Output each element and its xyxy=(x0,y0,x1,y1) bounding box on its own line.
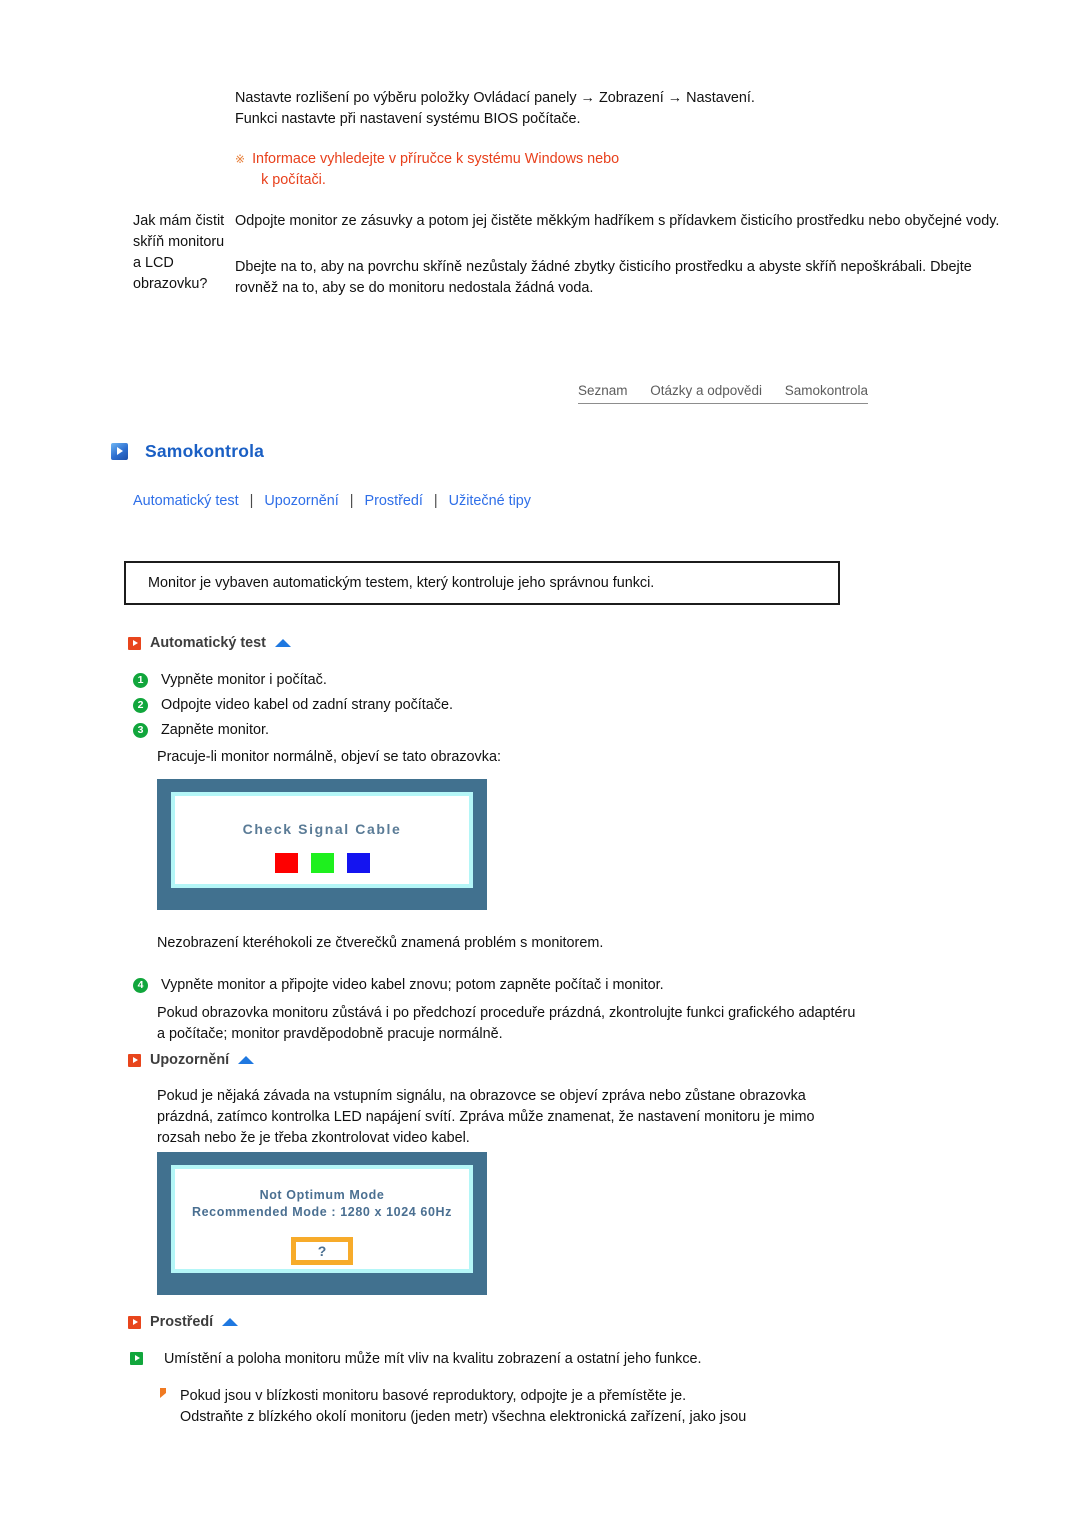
environment-subitem-text: Pokud jsou v blízkosti monitoru basové r… xyxy=(180,1386,746,1428)
faq-answer: Nastavte rozlišení po výběru položky Ovl… xyxy=(235,88,1080,191)
faq-answer-line: Dbejte na to, aby na povrchu skříně nezů… xyxy=(235,259,972,296)
self-test-after-steps-text: Pracuje-li monitor normálně, objeví se t… xyxy=(157,749,501,765)
osd-title: Check Signal Cable xyxy=(242,821,402,837)
faq-answer-line: Funkci nastavte při nastavení systému BI… xyxy=(235,111,581,127)
intro-box: Monitor je vybaven automatickým testem, … xyxy=(124,561,840,605)
faq-entry: Nastavte rozlišení po výběru položky Ovl… xyxy=(0,88,1080,191)
environment-subitem-line1: Pokud jsou v blízkosti monitoru basové r… xyxy=(180,1388,687,1404)
step-number-badge: 2 xyxy=(133,698,148,713)
step-number-badge: 3 xyxy=(133,723,148,738)
faq-question: Jak mám čistit skříň monitoru a LCD obra… xyxy=(133,213,225,292)
subnav: Automatický test | Upozornění | Prostřed… xyxy=(133,493,531,509)
section-title: Automatický test xyxy=(150,635,266,651)
note-text: Informace vyhledejte v příručce k systém… xyxy=(252,149,1000,191)
environment-bullet-text: Umístění a poloha monitoru může mít vliv… xyxy=(164,1351,702,1367)
subnav-link-automaticky-test[interactable]: Automatický test xyxy=(133,493,239,509)
step-item: 4 Vypněte monitor a připojte video kabel… xyxy=(133,975,664,996)
red-swatch xyxy=(274,853,298,873)
play-square-icon xyxy=(111,443,128,460)
page-title-row: Samokontrola xyxy=(111,441,264,462)
red-play-square-icon xyxy=(128,1315,141,1329)
green-swatch xyxy=(310,853,334,873)
subnav-separator: | xyxy=(349,493,354,509)
environment-subitem: Pokud jsou v blízkosti monitoru basové r… xyxy=(160,1386,746,1428)
step-text: Odpojte video kabel od zadní strany počí… xyxy=(161,697,453,713)
step-item: 2 Odpojte video kabel od zadní strany po… xyxy=(133,695,453,716)
step-number-badge: 4 xyxy=(133,978,148,993)
faq-answer-line: Odpojte monitor ze zásuvky a potom jej č… xyxy=(235,213,1000,229)
rgb-swatch-row xyxy=(175,853,469,873)
environment-subitem-line2: Odstraňte z blízkého okolí monitoru (jed… xyxy=(180,1409,747,1425)
subnav-separator: | xyxy=(249,493,254,509)
section-heading-environment: Prostředí xyxy=(128,1314,239,1330)
step-text: Vypněte monitor i počítač. xyxy=(161,672,327,688)
not-optimum-mode-screen: Not Optimum Mode Recommended Mode : 1280… xyxy=(157,1152,487,1295)
green-play-square-icon xyxy=(130,1352,143,1365)
breadcrumb-item-samokontrola[interactable]: Samokontrola xyxy=(785,383,868,398)
page-title: Samokontrola xyxy=(145,441,265,461)
blue-swatch xyxy=(346,853,370,873)
environment-bullet: Umístění a poloha monitoru může mít vliv… xyxy=(130,1349,702,1370)
breadcrumb-rule xyxy=(578,403,868,404)
warning-body-text: Pokud je nějaká závada na vstupním signá… xyxy=(157,1088,815,1146)
faq-block: Nastavte rozlišení po výběru položky Ovl… xyxy=(0,88,1080,299)
breadcrumb-item-otazky-a-odpovedi[interactable]: Otázky a odpovědi xyxy=(650,383,762,398)
note-text-line1: Informace vyhledejte v příručce k systém… xyxy=(252,151,620,167)
section-title: Upozornění xyxy=(150,1052,230,1068)
step-text: Zapněte monitor. xyxy=(161,722,269,738)
subnav-separator: | xyxy=(433,493,438,509)
note-asterisk-icon: ※ xyxy=(235,152,246,166)
section-title: Prostředí xyxy=(150,1314,214,1330)
self-test-closing-text: Pokud obrazovka monitoru zůstává i po př… xyxy=(157,1005,856,1042)
subnav-link-upozorneni[interactable]: Upozornění xyxy=(264,493,338,509)
orange-triangle-bullet-icon xyxy=(160,1388,166,1398)
breadcrumb: Seznam Otázky a odpovědi Samokontrola xyxy=(578,383,868,404)
monitor-screen: Check Signal Cable xyxy=(175,796,469,884)
up-triangle-icon[interactable] xyxy=(222,1318,239,1326)
self-test-after-graphic-text: Nezobrazení kteréhokoli ze čtverečků zna… xyxy=(157,935,604,951)
step-item: 3 Zapněte monitor. xyxy=(133,720,269,741)
section-heading-self-test: Automatický test xyxy=(128,635,291,651)
note-text-line2: k počítači. xyxy=(261,172,326,188)
faq-answer: Odpojte monitor ze zásuvky a potom jej č… xyxy=(235,211,1080,299)
step-item: 1 Vypněte monitor i počítač. xyxy=(133,670,327,691)
monitor-bezel: Not Optimum Mode Recommended Mode : 1280… xyxy=(171,1165,473,1273)
intro-text: Monitor je vybaven automatickým testem, … xyxy=(148,574,655,591)
faq-note: ※ Informace vyhledejte v příručce k syst… xyxy=(235,149,1000,191)
step-number-badge: 1 xyxy=(133,673,148,688)
subnav-link-uzitecne-tipy[interactable]: Užitečné tipy xyxy=(449,493,531,509)
osd-question-button[interactable]: ? xyxy=(291,1237,353,1265)
osd-line-2: Recommended Mode : 1280 x 1024 60Hz xyxy=(192,1205,452,1219)
monitor-bezel: Check Signal Cable xyxy=(171,792,473,888)
red-play-square-icon xyxy=(128,1053,141,1067)
monitor-screen: Not Optimum Mode Recommended Mode : 1280… xyxy=(175,1169,469,1269)
check-signal-cable-screen: Check Signal Cable xyxy=(157,779,487,910)
up-triangle-icon[interactable] xyxy=(274,639,291,647)
faq-entry: Jak mám čistit skříň monitoru a LCD obra… xyxy=(0,211,1080,299)
faq-answer-line: Nastavte rozlišení po výběru položky Ovl… xyxy=(235,90,755,106)
breadcrumb-item-seznam[interactable]: Seznam xyxy=(578,383,628,398)
red-play-square-icon xyxy=(128,636,141,650)
subnav-link-prostredi[interactable]: Prostředí xyxy=(364,493,422,509)
osd-line-1: Not Optimum Mode xyxy=(259,1188,385,1202)
section-heading-warning: Upozornění xyxy=(128,1052,255,1068)
up-triangle-icon[interactable] xyxy=(238,1056,255,1064)
step-text: Vypněte monitor a připojte video kabel z… xyxy=(161,977,664,993)
